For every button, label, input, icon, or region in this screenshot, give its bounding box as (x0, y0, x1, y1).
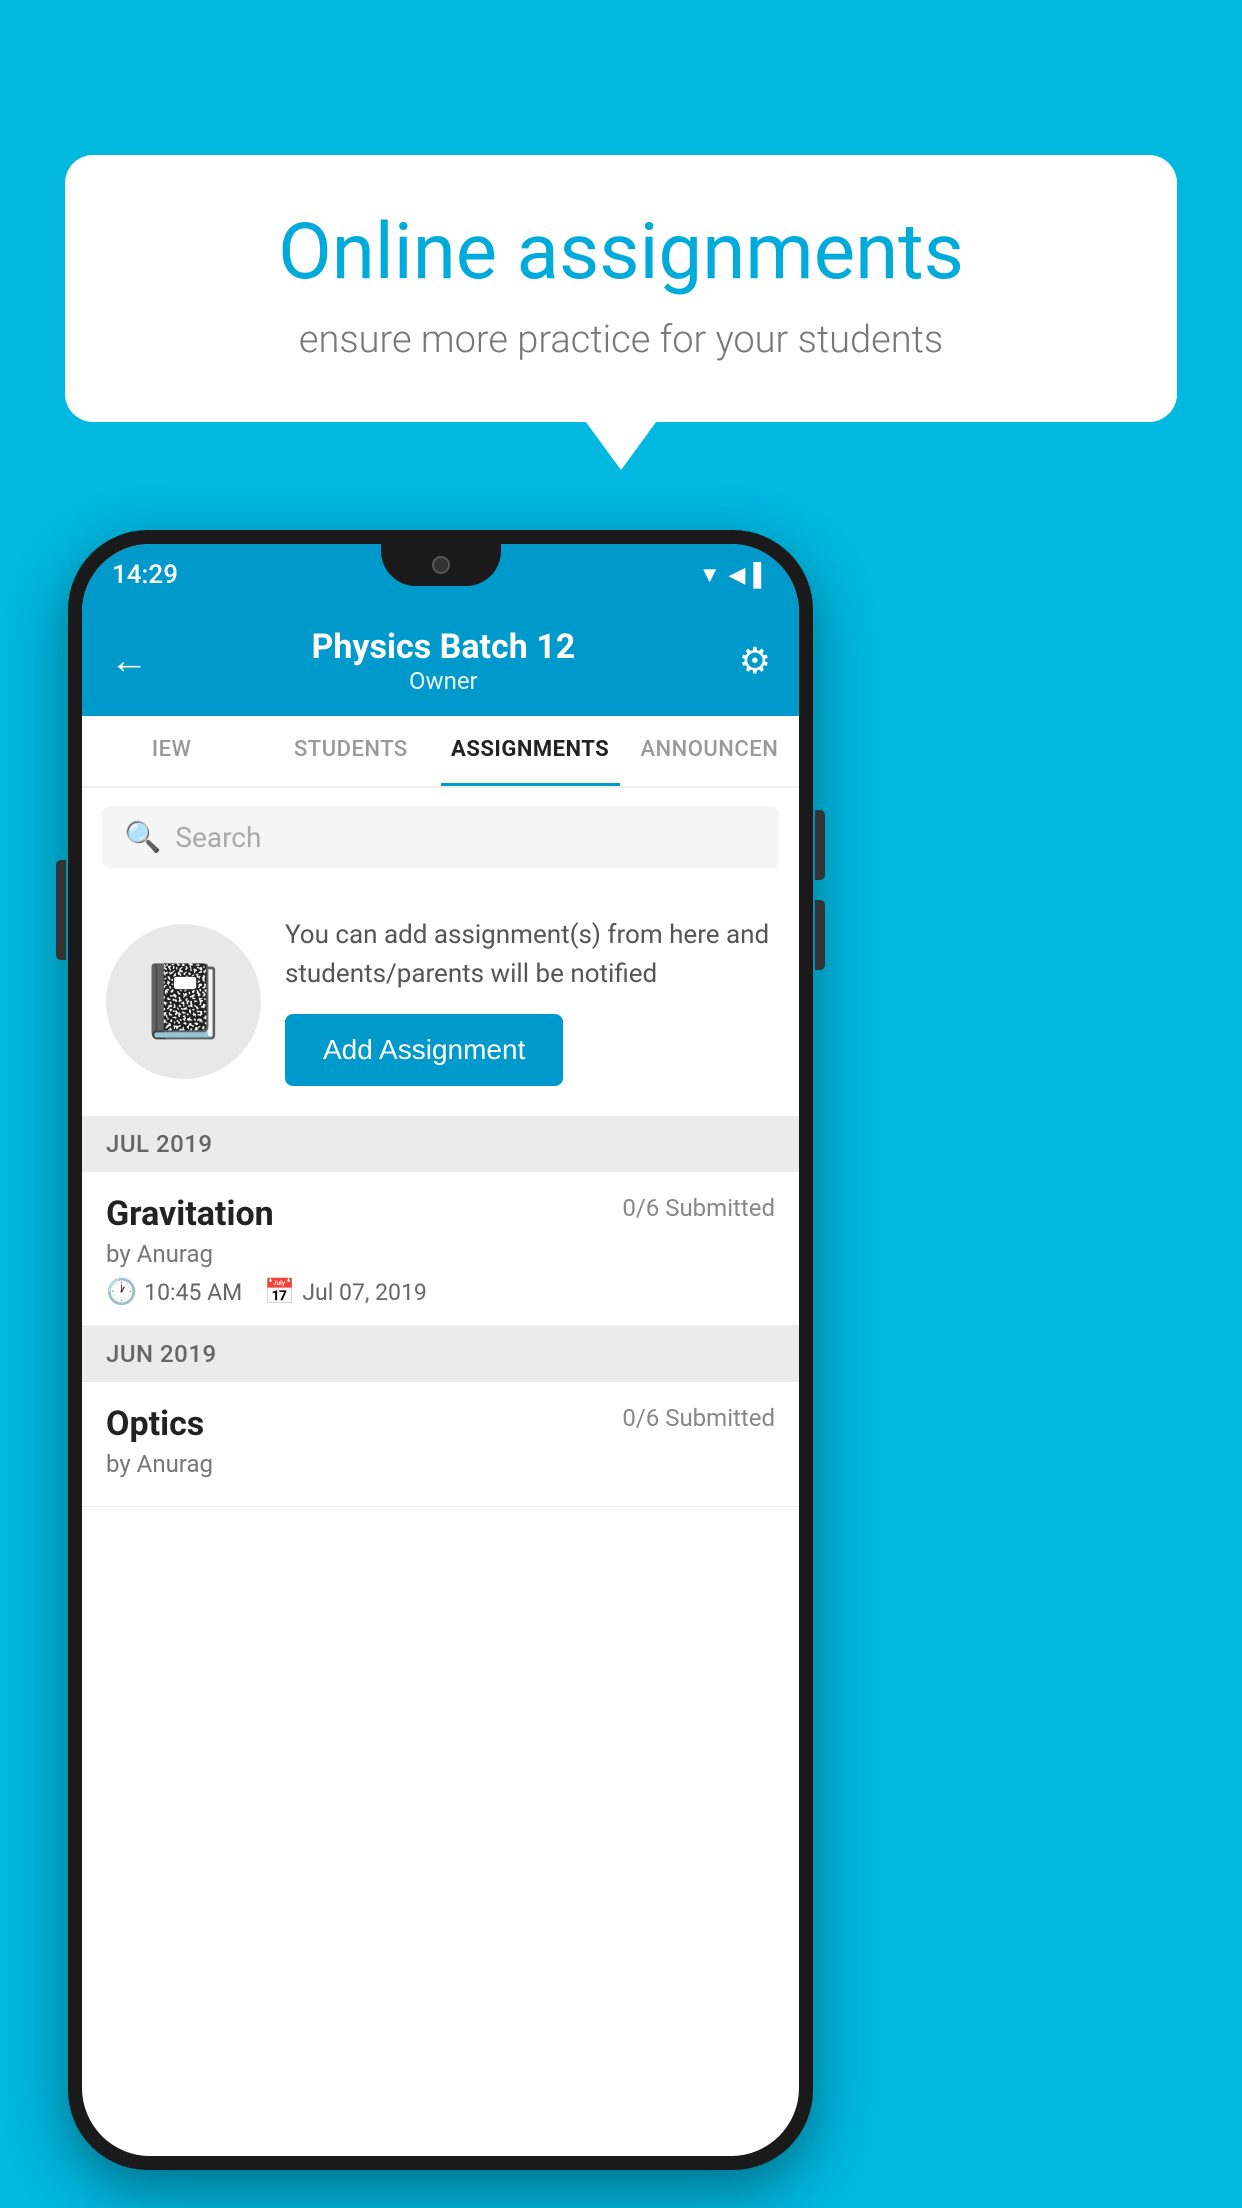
phone-screen: 14:29 ▼ ◀ ▌ ← Physics Batch 12 Owner ⚙ I… (82, 544, 799, 2156)
tab-assignments[interactable]: ASSIGNMENTS (441, 716, 620, 786)
notebook-icon: 📓 (139, 959, 229, 1044)
speech-bubble-subtitle: ensure more practice for your students (130, 318, 1112, 362)
tab-announcements[interactable]: ANNOUNCEN (620, 716, 799, 786)
camera-dot (432, 556, 450, 574)
assignment-top-optics: Optics 0/6 Submitted (106, 1404, 775, 1444)
assignment-by-gravitation: by Anurag (106, 1240, 775, 1268)
phone-vol-down-button (815, 900, 825, 970)
speech-bubble: Online assignments ensure more practice … (65, 155, 1177, 422)
status-icons: ▼ ◀ ▌ (699, 562, 769, 588)
assignment-submitted-gravitation: 0/6 Submitted (622, 1194, 775, 1222)
assignment-item-optics[interactable]: Optics 0/6 Submitted by Anurag (82, 1382, 799, 1507)
section-header-jul-2019: JUL 2019 (82, 1116, 799, 1172)
assignment-meta-gravitation: 🕐 10:45 AM 📅 Jul 07, 2019 (106, 1278, 775, 1307)
status-time: 14:29 (112, 560, 178, 590)
info-text: You can add assignment(s) from here and … (285, 916, 775, 994)
assignment-by-optics: by Anurag (106, 1450, 775, 1478)
speech-bubble-title: Online assignments (130, 210, 1112, 296)
app-bar-subtitle: Owner (148, 667, 739, 695)
phone-notch (381, 544, 501, 586)
assignment-time-gravitation: 🕐 10:45 AM (106, 1278, 242, 1307)
assignment-item-gravitation[interactable]: Gravitation 0/6 Submitted by Anurag 🕐 10… (82, 1172, 799, 1326)
assignment-name-optics: Optics (106, 1404, 204, 1444)
phone-vol-up-button (815, 810, 825, 880)
tab-iew[interactable]: IEW (82, 716, 261, 786)
settings-icon[interactable]: ⚙ (739, 640, 771, 682)
signal-icon: ◀ (728, 563, 745, 588)
app-bar: ← Physics Batch 12 Owner ⚙ (82, 606, 799, 716)
search-bar[interactable]: 🔍 Search (102, 806, 779, 868)
back-button[interactable]: ← (110, 639, 148, 683)
assignment-icon-circle: 📓 (106, 924, 261, 1079)
search-bar-container: 🔍 Search (82, 788, 799, 886)
wifi-icon: ▼ (699, 562, 721, 588)
phone-frame: 14:29 ▼ ◀ ▌ ← Physics Batch 12 Owner ⚙ I… (68, 530, 813, 2170)
app-bar-title-group: Physics Batch 12 Owner (148, 627, 739, 695)
assignment-date-value: Jul 07, 2019 (302, 1279, 426, 1306)
assignment-time-value: 10:45 AM (144, 1279, 242, 1306)
speech-bubble-container: Online assignments ensure more practice … (65, 155, 1177, 422)
assignment-date-gravitation: 📅 Jul 07, 2019 (264, 1278, 427, 1307)
assignment-name-gravitation: Gravitation (106, 1194, 274, 1234)
tabs-bar: IEW STUDENTS ASSIGNMENTS ANNOUNCEN (82, 716, 799, 788)
section-header-jun-2019: JUN 2019 (82, 1326, 799, 1382)
info-content: You can add assignment(s) from here and … (285, 916, 775, 1086)
assignment-top: Gravitation 0/6 Submitted (106, 1194, 775, 1234)
tab-students[interactable]: STUDENTS (261, 716, 440, 786)
search-icon: 🔍 (124, 820, 161, 855)
phone-power-button (56, 860, 66, 960)
app-bar-title: Physics Batch 12 (148, 627, 739, 667)
assignment-submitted-optics: 0/6 Submitted (622, 1404, 775, 1432)
search-placeholder: Search (175, 821, 261, 854)
add-assignment-button[interactable]: Add Assignment (285, 1014, 563, 1086)
calendar-icon: 📅 (264, 1278, 295, 1307)
battery-icon: ▌ (753, 562, 769, 588)
clock-icon: 🕐 (106, 1278, 137, 1307)
info-section: 📓 You can add assignment(s) from here an… (82, 886, 799, 1116)
